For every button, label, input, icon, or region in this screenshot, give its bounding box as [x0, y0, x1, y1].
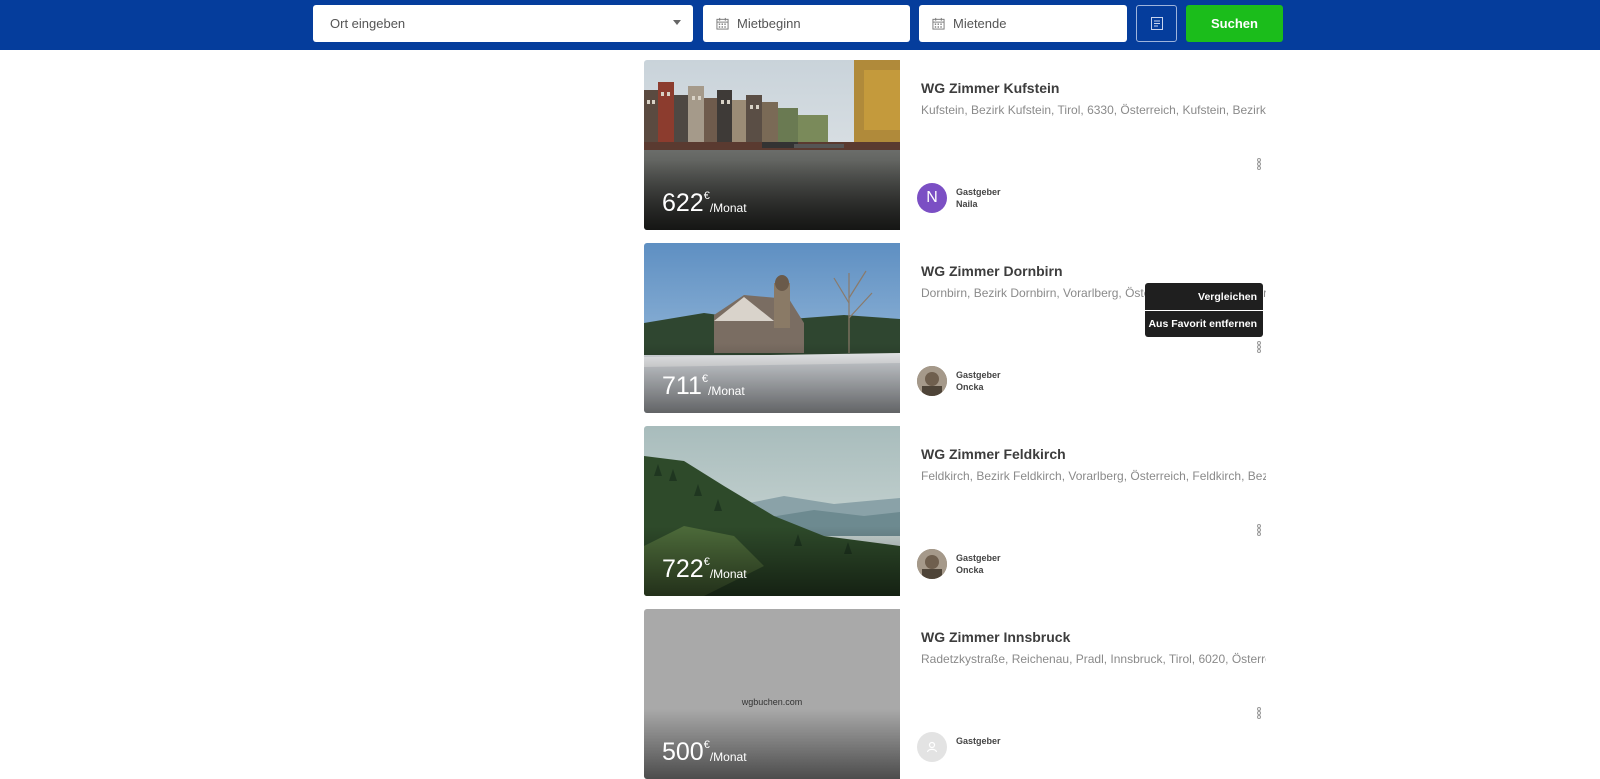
listing-title[interactable]: WG Zimmer Kufstein: [921, 80, 1059, 96]
price-period: /Monat: [707, 384, 745, 398]
listing-address: Feldkirch, Bezirk Feldkirch, Vorarlberg,…: [921, 469, 1266, 483]
host-label: Gastgeber: [956, 370, 1001, 380]
start-date-placeholder: Mietbeginn: [737, 16, 801, 31]
start-date-input[interactable]: Mietbeginn: [703, 5, 910, 42]
more-options-icon[interactable]: [1256, 158, 1262, 172]
price-label: 711 €/Monat: [662, 373, 745, 399]
listing-card[interactable]: wgbuchen.com 500 €/Monat WG Zimmer Innsbr…: [644, 609, 1266, 779]
location-placeholder: Ort eingeben: [330, 16, 406, 31]
listing-address: Radetzkystraße, Reichenau, Pradl, Innsbr…: [921, 652, 1266, 666]
avatar-photo: [917, 549, 947, 579]
avatar-photo: [917, 366, 947, 396]
price-label: 722 €/Monat: [662, 556, 747, 582]
host-label: Gastgeber: [956, 736, 1001, 746]
listing-card[interactable]: 722 €/Monat WG Zimmer Feldkirch Feldkirch…: [644, 426, 1266, 596]
host-label: Gastgeber: [956, 187, 1001, 197]
host-name: Naila: [956, 199, 978, 209]
listing-title[interactable]: WG Zimmer Innsbruck: [921, 629, 1070, 645]
end-date-placeholder: Mietende: [953, 16, 1007, 31]
search-header: Ort eingeben Mietbeginn Mietende Suchen: [0, 0, 1600, 50]
host-name: Oncka: [956, 382, 984, 392]
price-value: 722: [662, 555, 704, 583]
price-label: 500 €/Monat: [662, 739, 747, 765]
chevron-down-icon[interactable]: [673, 20, 681, 25]
avatar: [917, 732, 947, 762]
host-name: Oncka: [956, 565, 984, 575]
user-placeholder-icon: [926, 741, 938, 753]
more-options-icon[interactable]: [1256, 341, 1262, 355]
avatar: [917, 366, 947, 396]
watermark-text: wgbuchen.com: [741, 697, 803, 707]
listing-image[interactable]: wgbuchen.com 500 €/Monat: [644, 609, 900, 779]
end-date-input[interactable]: Mietende: [919, 5, 1127, 42]
avatar: N: [917, 183, 947, 213]
filter-button[interactable]: [1136, 5, 1177, 42]
search-button[interactable]: Suchen: [1186, 5, 1283, 42]
location-input[interactable]: Ort eingeben: [313, 5, 693, 42]
listing-context-menu: Vergleichen Aus Favorit entfernen: [1145, 283, 1263, 337]
price-period: /Monat: [709, 750, 747, 764]
listing-title[interactable]: WG Zimmer Feldkirch: [921, 446, 1066, 462]
price-value: 622: [662, 189, 704, 217]
listing-title[interactable]: WG Zimmer Dornbirn: [921, 263, 1063, 279]
listing-image[interactable]: 711 €/Monat: [644, 243, 900, 413]
calendar-icon: [932, 17, 945, 30]
avatar-letter: N: [926, 189, 938, 206]
more-options-icon[interactable]: [1256, 524, 1262, 538]
remove-favorite-menu-item[interactable]: Aus Favorit entfernen: [1145, 310, 1263, 337]
filter-icon: [1150, 17, 1163, 30]
price-value: 711: [662, 372, 702, 400]
price-period: /Monat: [709, 567, 747, 581]
listing-image[interactable]: 622 €/Monat: [644, 60, 900, 230]
more-options-icon[interactable]: [1256, 707, 1262, 721]
host-label: Gastgeber: [956, 553, 1001, 563]
compare-menu-item[interactable]: Vergleichen: [1145, 283, 1263, 310]
price-period: /Monat: [709, 201, 747, 215]
listing-card[interactable]: 622 €/Monat WG Zimmer Kufstein Kufstein, …: [644, 60, 1266, 230]
listing-image[interactable]: 722 €/Monat: [644, 426, 900, 596]
avatar: [917, 549, 947, 579]
calendar-icon: [716, 17, 729, 30]
listing-address: Kufstein, Bezirk Kufstein, Tirol, 6330, …: [921, 103, 1266, 117]
price-label: 622 €/Monat: [662, 190, 747, 216]
price-value: 500: [662, 738, 704, 766]
